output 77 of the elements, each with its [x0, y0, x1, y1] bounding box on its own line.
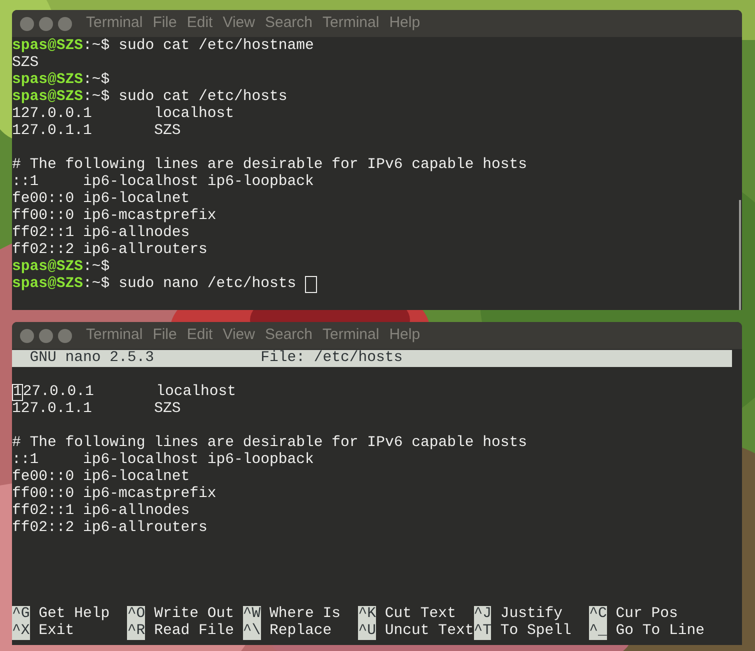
shortcut-label: Cur Pos — [616, 606, 678, 623]
command-text: sudo nano /etc/hosts — [118, 276, 296, 293]
output-line: 127.0.0.1 localhost — [12, 106, 234, 123]
text-cursor: 1 — [12, 384, 23, 401]
close-button[interactable] — [20, 16, 34, 30]
prompt-user: spas@SZS — [12, 276, 84, 293]
nano-filename: File: /etc/hosts — [260, 350, 403, 367]
shortcut-label: Uncut Text — [384, 623, 474, 640]
shortcut-key: ^X — [12, 623, 30, 640]
menu-item[interactable]: File — [152, 12, 177, 35]
output-line: # The following lines are desirable for IPv6 capable hosts — [12, 435, 528, 452]
output-line: 27.0.0.1 localhost — [22, 384, 236, 401]
menu-item[interactable]: Search — [264, 12, 312, 35]
prompt-path: :~$ — [83, 72, 110, 89]
shortcut-label: Replace — [269, 623, 332, 640]
minimize-button[interactable] — [39, 328, 53, 342]
shortcut-key: ^K — [358, 606, 376, 623]
close-button[interactable] — [20, 328, 34, 342]
shortcut-key: ^C — [589, 606, 607, 623]
output-line: ff00::0 ip6-mcastprefix — [12, 486, 216, 503]
menu-item[interactable]: Edit — [186, 324, 213, 347]
shortcut-key: ^W — [242, 606, 261, 623]
prompt-path: :~$ — [83, 276, 110, 293]
output-line: 127.0.1.1 SZS — [12, 401, 181, 418]
prompt-path: :~$ — [83, 89, 110, 106]
output-line: ff02::2 ip6-allrouters — [12, 520, 208, 537]
shortcut-key: ^\ — [242, 623, 261, 640]
maximize-button[interactable] — [58, 328, 72, 342]
command-text: sudo cat /etc/hosts — [118, 89, 288, 106]
menu-item[interactable]: Terminal — [322, 324, 380, 347]
menu-item[interactable]: Search — [264, 324, 312, 347]
menu-item[interactable]: Terminal — [86, 324, 143, 347]
prompt-user: spas@SZS — [12, 259, 84, 276]
prompt-user: spas@SZS — [12, 38, 84, 55]
menu-item[interactable]: Help — [389, 12, 420, 35]
minimize-button[interactable] — [39, 16, 53, 30]
nano-version: GNU nano 2.5.3 — [30, 350, 156, 367]
menu-item[interactable]: Help — [389, 324, 420, 347]
menu-item[interactable]: View — [222, 324, 255, 347]
shortcut-key: ^_ — [589, 623, 607, 640]
prompt-user: spas@SZS — [12, 72, 84, 89]
shortcut-label: Go To Line — [616, 623, 705, 640]
menu-item[interactable]: View — [222, 12, 255, 35]
prompt-path: :~$ — [83, 259, 110, 276]
output-line: # The following lines are desirable for IPv6 capable hosts — [12, 157, 528, 174]
shortcut-key: ^R — [127, 623, 146, 640]
command-text: sudo cat /etc/hostname — [118, 38, 314, 55]
prompt-user: spas@SZS — [12, 89, 84, 106]
output-line: ff02::1 ip6-allnodes — [12, 503, 190, 520]
output-line: 127.0.1.1 SZS — [12, 123, 181, 140]
shortcut-label: Where Is — [269, 606, 341, 623]
output-line: ::1 ip6-localhost ip6-loopback — [12, 452, 314, 469]
shortcut-key: ^O — [127, 606, 146, 623]
menu-item[interactable]: Terminal — [322, 12, 380, 35]
shortcut-label: To Spell — [500, 623, 572, 640]
shortcut-label: Write Out — [154, 606, 234, 623]
output-line: ff02::1 ip6-allnodes — [12, 225, 190, 242]
shortcut-label: Read File — [154, 623, 234, 640]
shortcut-label: Justify — [500, 606, 562, 623]
shortcut-key: ^J — [474, 606, 492, 623]
output-line: fe00::0 ip6-localnet — [12, 191, 190, 208]
menu-item[interactable]: Edit — [186, 12, 213, 35]
output-line: fe00::0 ip6-localnet — [12, 469, 190, 486]
shortcut-label: Exit — [38, 623, 74, 640]
output-line: ff00::0 ip6-mcastprefix — [12, 208, 216, 225]
output-line: SZS — [12, 55, 39, 72]
shortcut-key: ^T — [474, 623, 492, 640]
menu-item[interactable]: Terminal — [86, 12, 143, 35]
output-line: ff02::2 ip6-allrouters — [12, 242, 208, 259]
output-line: ::1 ip6-localhost ip6-loopback — [12, 174, 314, 191]
shortcut-label: Cut Text — [384, 606, 456, 623]
shortcut-label: Get Help — [38, 606, 110, 623]
prompt-path: :~$ — [83, 38, 110, 55]
maximize-button[interactable] — [58, 16, 72, 30]
shortcut-key: ^U — [358, 623, 376, 640]
shortcut-key: ^G — [12, 606, 30, 623]
menu-item[interactable]: File — [152, 324, 177, 347]
